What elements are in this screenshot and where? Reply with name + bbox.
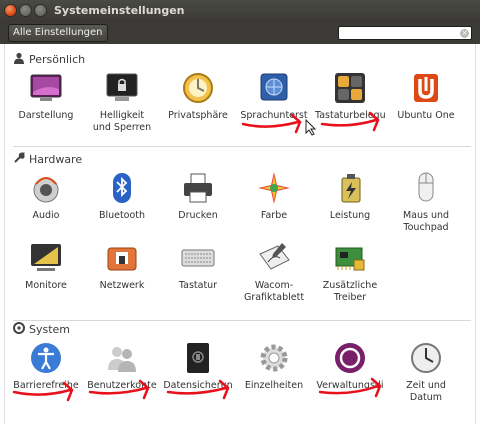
mouse-cursor-icon: [305, 118, 317, 136]
annotation-arrow: [318, 377, 382, 398]
annotation-arrow: [88, 379, 150, 400]
annotation-arrow: [12, 381, 74, 402]
annotation-overlay: [12, 111, 382, 402]
annotation-arrow: [166, 379, 230, 400]
annotation-arrow: [241, 113, 302, 134]
annotation-arrow: [320, 111, 380, 132]
